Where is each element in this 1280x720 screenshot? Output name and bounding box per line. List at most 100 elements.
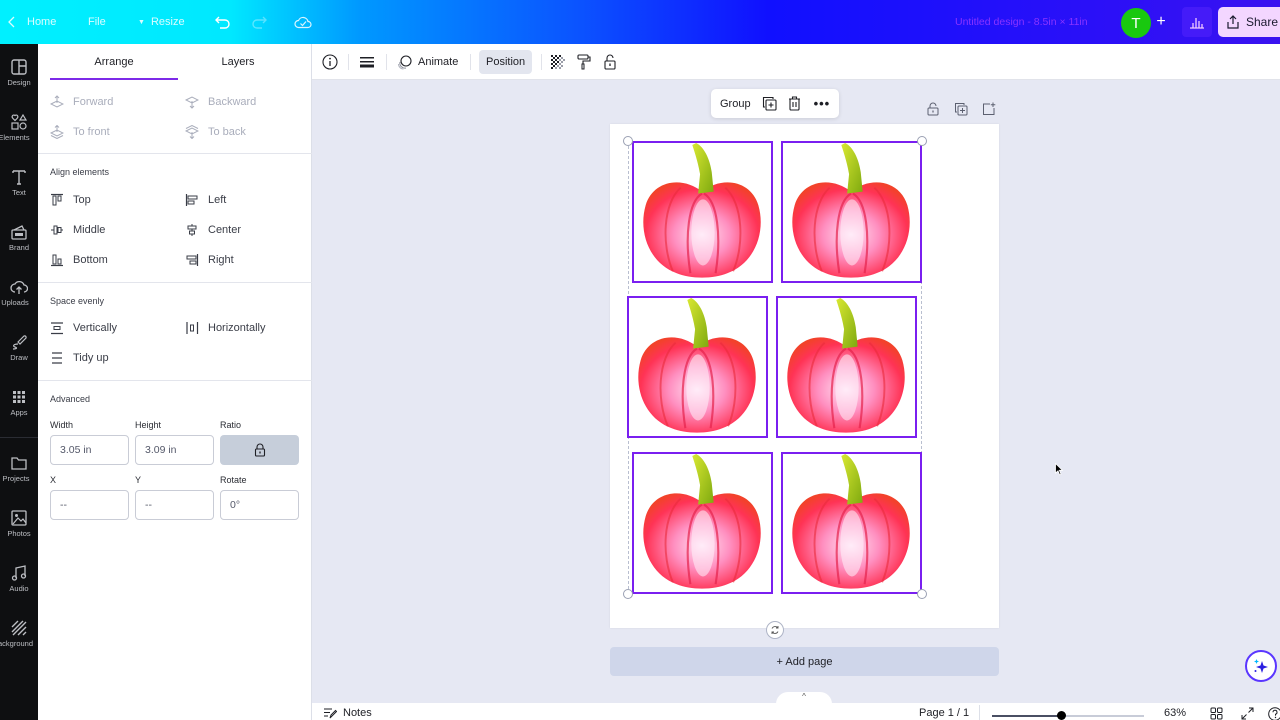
pumpkin-image[interactable] — [627, 296, 768, 438]
forward-button[interactable]: Forward — [50, 91, 113, 113]
paint-roller-icon[interactable] — [576, 50, 592, 74]
rail-item-design[interactable]: Design — [0, 54, 38, 104]
add-page-button[interactable]: + Add page — [610, 647, 999, 676]
tidy-up-button[interactable]: Tidy up — [50, 347, 109, 369]
resize-handle-bottom-left[interactable] — [623, 589, 633, 599]
file-menu-button[interactable]: File — [88, 0, 106, 44]
insights-button[interactable] — [1182, 7, 1212, 37]
pumpkin-image[interactable] — [776, 296, 917, 438]
text-icon — [12, 170, 26, 185]
zoom-percent[interactable]: 63% — [1164, 707, 1186, 719]
resize-handle-top-right[interactable] — [917, 136, 927, 146]
editor-toolbar: Animate Position — [312, 44, 1280, 80]
y-input[interactable]: -- — [135, 490, 214, 520]
align-bottom-icon — [50, 253, 64, 267]
x-input[interactable]: -- — [50, 490, 129, 520]
y-label: Y — [135, 475, 142, 485]
border-style-icon[interactable] — [359, 50, 375, 74]
zoom-slider[interactable] — [992, 711, 1144, 720]
panel-divider — [38, 153, 312, 154]
share-button[interactable]: Share — [1218, 7, 1280, 37]
rail-item-apps[interactable]: Apps — [0, 384, 38, 434]
align-right-icon — [185, 253, 199, 267]
home-button[interactable]: Home — [27, 0, 56, 44]
transparency-icon[interactable] — [550, 50, 566, 74]
avatar[interactable]: T — [1121, 8, 1151, 38]
space-vertically-button[interactable]: Vertically — [50, 317, 117, 339]
to-front-button[interactable]: To front — [50, 121, 110, 143]
height-input[interactable]: 3.09 in — [135, 435, 214, 465]
width-label: Width — [50, 420, 74, 430]
add-collaborator-plus-icon[interactable]: + — [1152, 12, 1170, 32]
mouse-cursor — [1055, 462, 1064, 481]
panel-tabs: Arrange Layers — [38, 44, 312, 84]
to-back-icon — [185, 125, 199, 139]
info-icon[interactable] — [321, 50, 339, 74]
tab-layers[interactable]: Layers — [178, 44, 298, 80]
duplicate-page-icon[interactable] — [953, 101, 969, 117]
duplicate-icon[interactable] — [762, 96, 777, 111]
animate-button[interactable]: Animate — [397, 50, 458, 74]
trash-icon[interactable] — [788, 96, 801, 111]
ratio-lock-button[interactable] — [220, 435, 299, 465]
arrange-panel: Arrange Layers Forward Backward To front… — [38, 44, 312, 720]
rail-item-projects[interactable]: Projects — [0, 450, 38, 500]
rail-item-uploads[interactable]: Uploads — [0, 274, 38, 324]
backward-button[interactable]: Backward — [185, 91, 256, 113]
pumpkin-image[interactable] — [632, 452, 773, 594]
to-back-button[interactable]: To back — [185, 121, 246, 143]
rail-item-text[interactable]: Text — [0, 164, 38, 214]
back-chevron-icon[interactable] — [8, 0, 16, 44]
grid-view-icon[interactable] — [1210, 707, 1223, 720]
space-horizontally-button[interactable]: Horizontally — [185, 317, 265, 339]
align-middle-icon — [50, 223, 64, 237]
draw-icon — [12, 335, 27, 350]
cloud-saved-icon[interactable] — [294, 0, 312, 44]
redo-icon[interactable] — [251, 0, 267, 44]
pumpkin-image[interactable] — [781, 141, 922, 283]
rail-item-brand[interactable]: Brand — [0, 219, 38, 269]
more-options-icon[interactable]: ••• — [814, 97, 831, 110]
width-input[interactable]: 3.05 in — [50, 435, 129, 465]
rail-item-draw[interactable]: Draw — [0, 329, 38, 379]
align-bottom-button[interactable]: Bottom — [50, 249, 108, 271]
fullscreen-icon[interactable] — [1241, 707, 1254, 720]
align-right-button[interactable]: Right — [185, 249, 234, 271]
rotate-handle[interactable] — [766, 621, 784, 639]
rail-item-elements[interactable]: Elements — [0, 109, 38, 159]
notes-button[interactable]: Notes — [323, 707, 372, 719]
magic-assistant-button[interactable] — [1245, 650, 1277, 682]
top-bar: Home File ▼ Resize Untitled design - 8.5… — [0, 0, 1280, 44]
page-lock-icon[interactable] — [925, 101, 941, 117]
apps-grid-icon — [13, 391, 25, 403]
rail-item-photos[interactable]: Photos — [0, 505, 38, 555]
rail-item-background[interactable]: Background — [0, 615, 38, 665]
rotate-input[interactable]: 0° — [220, 490, 299, 520]
document-title[interactable]: Untitled design - 8.5in × 11in — [955, 0, 1088, 44]
add-page-icon[interactable] — [981, 101, 997, 117]
space-horizontally-icon — [185, 321, 199, 335]
position-button[interactable]: Position — [479, 50, 533, 74]
resize-handle-bottom-right[interactable] — [917, 589, 927, 599]
tab-arrange[interactable]: Arrange — [50, 44, 178, 80]
rail-item-audio[interactable]: Audio — [0, 560, 38, 610]
align-left-button[interactable]: Left — [185, 189, 226, 211]
rail-divider — [0, 437, 38, 438]
folder-icon — [11, 457, 27, 470]
pumpkin-image[interactable] — [632, 141, 773, 283]
selection-context-menu: Group ••• — [711, 89, 839, 118]
x-label: X — [50, 475, 57, 485]
page-indicator[interactable]: Page 1 / 1 — [919, 707, 969, 719]
space-vertically-icon — [50, 321, 64, 335]
zoom-slider-knob[interactable] — [1057, 711, 1067, 720]
resize-button[interactable]: ▼ Resize — [138, 0, 185, 44]
align-middle-button[interactable]: Middle — [50, 219, 105, 241]
align-center-button[interactable]: Center — [185, 219, 241, 241]
resize-handle-top-left[interactable] — [623, 136, 633, 146]
help-icon[interactable] — [1268, 707, 1280, 720]
undo-icon[interactable] — [215, 0, 231, 44]
unlock-icon[interactable] — [602, 50, 618, 74]
align-top-button[interactable]: Top — [50, 189, 91, 211]
group-button[interactable]: Group — [720, 98, 751, 110]
pumpkin-image[interactable] — [781, 452, 922, 594]
